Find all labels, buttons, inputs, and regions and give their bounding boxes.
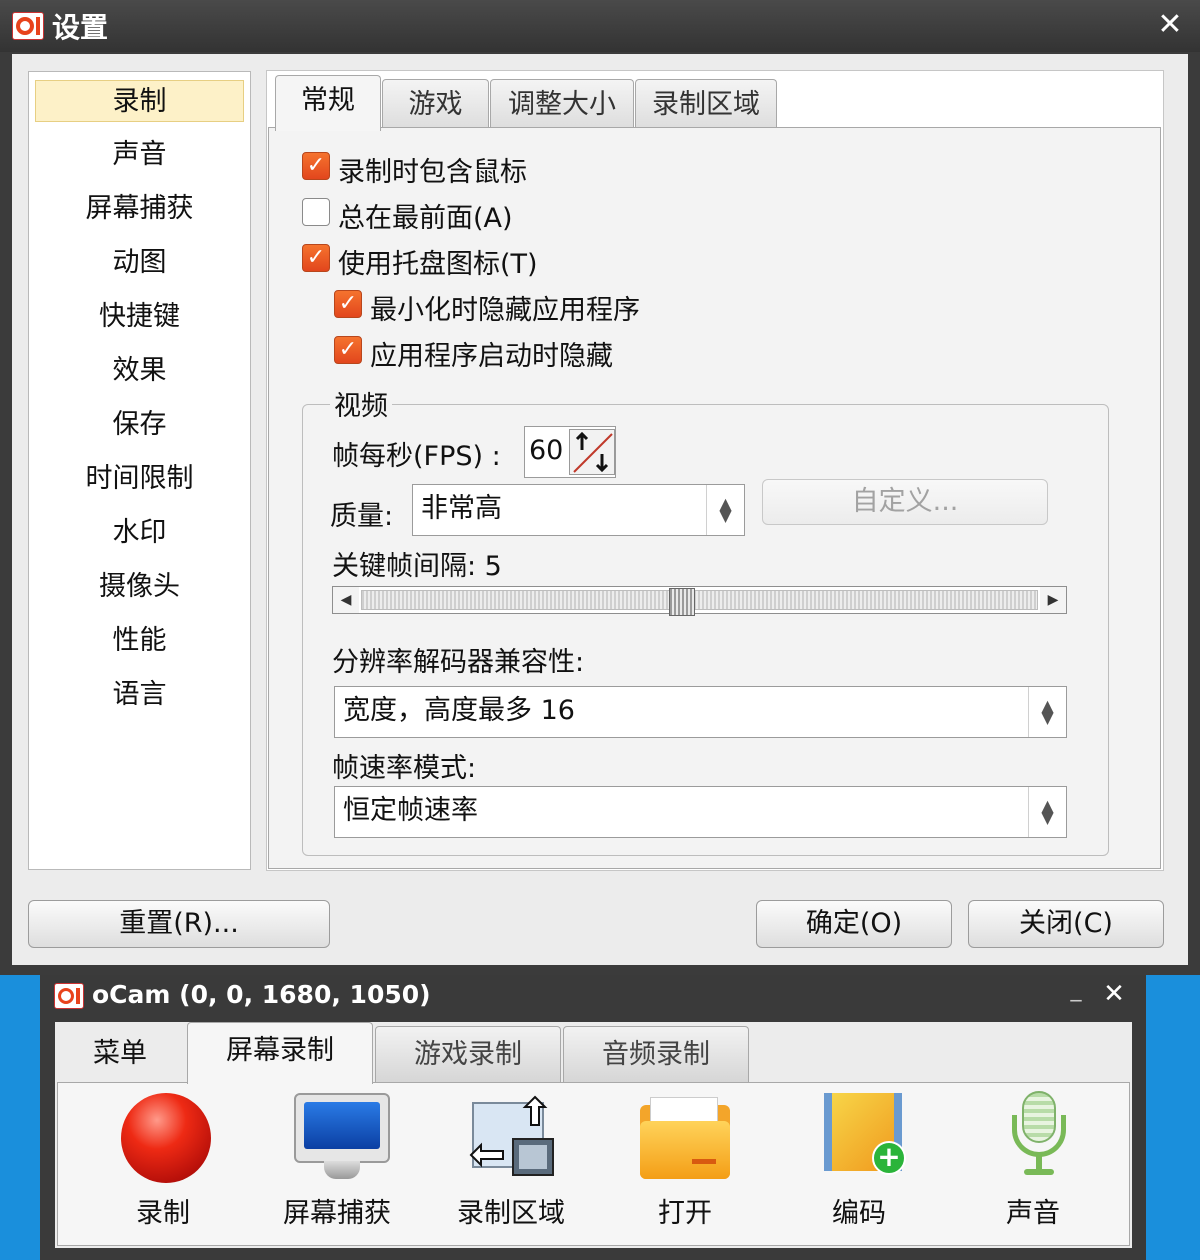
encode-button[interactable]: + 编码: [784, 1083, 934, 1247]
tab-menu[interactable]: 菜单: [55, 1026, 185, 1082]
select-arrows-icon: ▲ ▼: [1028, 787, 1066, 837]
settings-window: 设置 ✕ 录制 声音 屏幕捕获 动图 快捷键 效果 保存 时间限制 水印 摄像头…: [0, 0, 1200, 975]
include-cursor-checkbox[interactable]: ✓: [302, 152, 330, 180]
record-label: 录制: [136, 1198, 190, 1229]
settings-body: 录制 声音 屏幕捕获 动图 快捷键 效果 保存 时间限制 水印 摄像头 性能 语…: [12, 54, 1188, 965]
folder-icon: [640, 1097, 730, 1179]
slider-thumb[interactable]: [669, 588, 695, 616]
select-arrows-icon: ▲ ▼: [1028, 687, 1066, 737]
framerate-mode-select[interactable]: 恒定帧速率 ▲ ▼: [334, 786, 1067, 838]
ocam-logo-icon: [12, 12, 44, 40]
reset-button[interactable]: 重置(R)...: [28, 900, 330, 948]
tab-game[interactable]: 游戏: [382, 79, 489, 131]
encode-label: 编码: [832, 1198, 886, 1229]
tab-screen-record[interactable]: 屏幕录制: [187, 1022, 373, 1084]
framerate-mode-label: 帧速率模式:: [332, 753, 477, 784]
tab-general[interactable]: 常规: [275, 75, 381, 131]
hide-on-start-checkbox[interactable]: ✓: [334, 336, 362, 364]
close-icon[interactable]: ✕: [1152, 8, 1188, 42]
screen-capture-button[interactable]: 屏幕捕获: [262, 1083, 412, 1247]
ocam-window: oCam (0, 0, 1680, 1050) _ ✕ 菜单 屏幕录制 游戏录制…: [40, 975, 1146, 1260]
keyframe-label: 关键帧间隔: 5: [332, 551, 502, 582]
slider-track[interactable]: [361, 588, 1038, 616]
open-label: 打开: [658, 1198, 712, 1229]
select-arrows-icon: ▲ ▼: [706, 485, 744, 535]
nav-item-watermark[interactable]: 水印: [35, 512, 244, 554]
nav-item-performance[interactable]: 性能: [35, 620, 244, 662]
nav-item-language[interactable]: 语言: [35, 674, 244, 716]
nav-item-record[interactable]: 录制: [35, 80, 244, 122]
resolution-value: 宽度，高度最多 16: [343, 695, 575, 726]
quality-label: 质量:: [330, 501, 394, 532]
fps-spin-icon[interactable]: [569, 429, 615, 475]
ocam-toolbar-panel: 录制 屏幕捕获 录制区域 打开 + 编码 声音: [57, 1082, 1130, 1246]
hide-on-minimize-label: 最小化时隐藏应用程序: [370, 295, 640, 326]
tray-icon-checkbox[interactable]: ✓: [302, 244, 330, 272]
nav-item-sound[interactable]: 声音: [35, 134, 244, 176]
ocam-body: 菜单 屏幕录制 游戏录制 音频录制 录制 屏幕捕获 录制区域 打开 + 编码 声…: [55, 1022, 1132, 1248]
open-button[interactable]: 打开: [610, 1083, 760, 1247]
ocam-logo-icon: [54, 983, 84, 1009]
include-cursor-label: 录制时包含鼠标: [338, 157, 527, 188]
record-icon: [121, 1093, 211, 1183]
always-on-top-checkbox[interactable]: [302, 198, 330, 226]
video-group-legend: 视频: [330, 384, 392, 423]
hide-on-minimize-checkbox[interactable]: ✓: [334, 290, 362, 318]
nav-item-save[interactable]: 保存: [35, 404, 244, 446]
keyframe-slider[interactable]: ◀ ▶: [332, 586, 1067, 616]
ok-button[interactable]: 确定(O): [756, 900, 952, 948]
microphone-icon: [1010, 1091, 1070, 1183]
nav-item-webcam[interactable]: 摄像头: [35, 566, 244, 608]
ocam-title: oCam (0, 0, 1680, 1050): [92, 980, 431, 1009]
hide-on-start-label: 应用程序启动时隐藏: [370, 341, 613, 372]
sound-label: 声音: [1006, 1198, 1060, 1229]
nav-item-screen-capture[interactable]: 屏幕捕获: [35, 188, 244, 230]
capture-area-label: 录制区域: [457, 1198, 565, 1229]
fps-input[interactable]: 60: [524, 426, 616, 478]
always-on-top-label: 总在最前面(A): [338, 203, 513, 234]
close-button[interactable]: 关闭(C): [968, 900, 1164, 948]
tab-game-record[interactable]: 游戏录制: [375, 1026, 561, 1082]
sound-button[interactable]: 声音: [958, 1083, 1108, 1247]
quality-value: 非常高: [421, 493, 502, 524]
capture-area-icon: [469, 1095, 554, 1176]
slider-left-arrow-icon[interactable]: ◀: [333, 587, 359, 613]
nav-item-time-limit[interactable]: 时间限制: [35, 458, 244, 500]
settings-title-bar[interactable]: 设置 ✕: [0, 0, 1200, 52]
tab-audio-record[interactable]: 音频录制: [563, 1026, 749, 1082]
nav-item-hotkeys[interactable]: 快捷键: [35, 296, 244, 338]
tab-resize[interactable]: 调整大小: [490, 79, 634, 131]
record-button[interactable]: 录制: [88, 1083, 238, 1247]
resolution-select[interactable]: 宽度，高度最多 16 ▲ ▼: [334, 686, 1067, 738]
nav-item-effects[interactable]: 效果: [35, 350, 244, 392]
resolution-label: 分辨率解码器兼容性:: [332, 647, 585, 678]
nav-item-gif[interactable]: 动图: [35, 242, 244, 284]
close-icon[interactable]: ✕: [1098, 977, 1130, 1009]
fps-value: 60: [529, 435, 564, 466]
tray-icon-label: 使用托盘图标(T): [338, 249, 538, 280]
film-encode-icon: +: [824, 1093, 906, 1183]
framerate-mode-value: 恒定帧速率: [343, 795, 478, 826]
minimize-icon[interactable]: _: [1064, 977, 1088, 1007]
fps-label: 帧每秒(FPS) :: [332, 441, 501, 472]
screen-capture-label: 屏幕捕获: [283, 1198, 391, 1229]
tab-record-area[interactable]: 录制区域: [635, 79, 777, 131]
settings-title: 设置: [52, 11, 109, 44]
slider-right-arrow-icon[interactable]: ▶: [1040, 587, 1066, 613]
capture-area-button[interactable]: 录制区域: [436, 1083, 586, 1247]
monitor-icon: [294, 1093, 390, 1183]
settings-nav: 录制 声音 屏幕捕获 动图 快捷键 效果 保存 时间限制 水印 摄像头 性能 语…: [28, 71, 251, 870]
quality-select[interactable]: 非常高 ▲ ▼: [412, 484, 745, 536]
custom-button[interactable]: 自定义...: [762, 479, 1048, 525]
